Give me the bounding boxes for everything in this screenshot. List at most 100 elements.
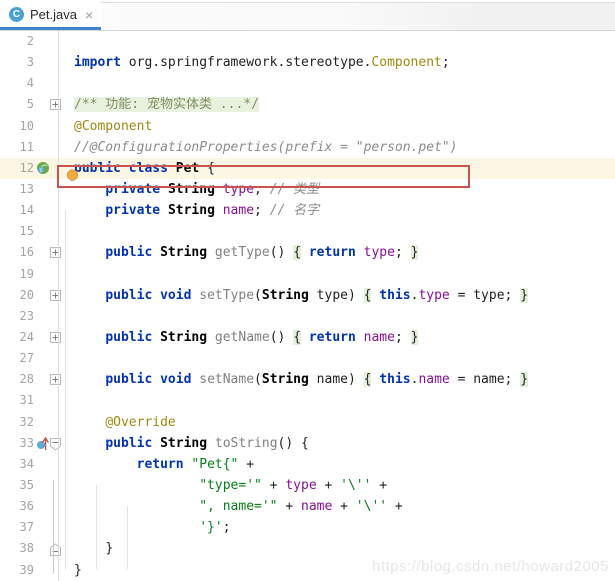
line-number[interactable]: 27 <box>0 348 34 369</box>
code-text[interactable] <box>68 390 615 411</box>
close-icon[interactable]: × <box>85 8 93 22</box>
gutter-icon-slot <box>36 538 50 559</box>
gutter-icon-slot <box>36 242 50 263</box>
code-text[interactable]: ", name='" + name + '\'' + <box>68 496 615 517</box>
code-text[interactable]: //@ConfigurationProperties(prefix = "per… <box>68 137 615 158</box>
code-token: //@ConfigurationProperties(prefix = "per… <box>74 139 458 155</box>
code-token: '}' <box>199 520 223 536</box>
line-number[interactable]: 16 <box>0 242 34 263</box>
code-text[interactable]: public String getName() { return name; } <box>68 327 615 348</box>
line-number[interactable]: 19 <box>0 264 34 285</box>
code-token: { <box>199 160 215 176</box>
line-number[interactable]: 24 <box>0 327 34 348</box>
spring-bean-icon[interactable]: c <box>36 158 50 179</box>
code-line: 38 } <box>0 538 615 559</box>
code-token: return <box>308 245 356 261</box>
line-number[interactable]: 35 <box>0 475 34 496</box>
code-token: return <box>308 329 356 345</box>
code-text[interactable]: public void setType(String type) { this.… <box>68 285 615 306</box>
line-number[interactable]: 34 <box>0 454 34 475</box>
code-token: @Override <box>105 414 176 430</box>
line-number[interactable]: 20 <box>0 285 34 306</box>
line-number[interactable]: 38 <box>0 538 34 559</box>
code-text[interactable] <box>68 221 615 242</box>
code-text[interactable]: "type='" + type + '\'' + <box>68 475 615 496</box>
code-token: String <box>261 372 309 388</box>
code-text[interactable]: public void setName(String name) { this.… <box>68 369 615 390</box>
code-line: 14 private String name; // 名字 <box>0 200 615 221</box>
intention-bulb-icon[interactable] <box>66 169 79 182</box>
fold-line <box>53 480 54 574</box>
line-number[interactable]: 5 <box>0 94 34 115</box>
indent-guide <box>96 485 97 569</box>
line-number[interactable]: 10 <box>0 116 34 137</box>
code-token: ; <box>394 329 411 345</box>
line-number[interactable]: 13 <box>0 179 34 200</box>
code-token: public <box>105 287 153 303</box>
code-token: + <box>277 499 301 515</box>
line-number[interactable]: 28 <box>0 369 34 390</box>
code-token: name <box>418 372 450 388</box>
code-text[interactable] <box>68 264 615 285</box>
code-text[interactable]: import org.springframework.stereotype.Co… <box>68 52 615 73</box>
gutter-icon-slot <box>36 496 50 517</box>
fold-slot <box>50 137 68 158</box>
code-token: type) <box>308 287 364 303</box>
code-text[interactable] <box>68 306 615 327</box>
tab-pet-java[interactable]: C Pet.java × <box>0 2 102 30</box>
code-token: ; <box>254 203 270 219</box>
gutter-icon-slot <box>36 285 50 306</box>
code-text[interactable]: @Override <box>68 412 615 433</box>
code-text[interactable]: return "Pet{" + <box>68 454 615 475</box>
line-number[interactable]: 32 <box>0 412 34 433</box>
code-text[interactable] <box>68 348 615 369</box>
gutter-icon-slot <box>36 221 50 242</box>
override-method-icon[interactable] <box>36 433 50 454</box>
code-token: name <box>363 329 395 345</box>
gutter-icon-slot <box>36 517 50 538</box>
line-number[interactable]: 11 <box>0 137 34 158</box>
line-number[interactable]: 39 <box>0 560 34 581</box>
fold-icon[interactable] <box>50 94 68 115</box>
code-text[interactable]: @Component <box>68 116 615 137</box>
line-number[interactable]: 33 <box>0 433 34 454</box>
fold-slot <box>50 31 68 52</box>
code-token: + <box>371 477 388 493</box>
code-token: + <box>261 477 286 493</box>
line-number[interactable]: 31 <box>0 390 34 411</box>
code-text[interactable]: '}'; <box>68 517 615 538</box>
code-token: ; <box>222 520 231 536</box>
code-text[interactable]: public String getType() { return type; } <box>68 242 615 263</box>
code-text[interactable] <box>68 73 615 94</box>
line-number[interactable]: 36 <box>0 496 34 517</box>
code-text[interactable] <box>68 31 615 52</box>
code-token: } <box>105 541 114 557</box>
line-number[interactable]: 23 <box>0 306 34 327</box>
code-token: public <box>105 372 153 388</box>
line-number[interactable]: 12 <box>0 158 34 179</box>
code-text[interactable]: private String name; // 名字 <box>68 200 615 221</box>
code-line: 11 //@ConfigurationProperties(prefix = "p… <box>0 137 615 158</box>
code-line: 33 public String toString() { <box>0 433 615 454</box>
code-text[interactable]: /** 功能: 宠物实体类 ...*/ <box>68 94 615 115</box>
code-token: { <box>293 245 302 261</box>
code-text[interactable]: private String type; // 类型 <box>68 179 615 200</box>
line-number[interactable]: 2 <box>0 31 34 52</box>
line-number[interactable]: 4 <box>0 73 34 94</box>
code-text[interactable]: public String toString() { <box>68 433 615 454</box>
code-token: setName <box>199 372 255 388</box>
code-token: return <box>136 456 184 472</box>
line-number[interactable]: 15 <box>0 221 34 242</box>
code-text[interactable]: } <box>68 538 615 559</box>
line-number[interactable]: 37 <box>0 517 34 538</box>
line-number[interactable]: 3 <box>0 52 34 73</box>
code-token: getType <box>214 245 270 261</box>
line-number[interactable]: 14 <box>0 200 34 221</box>
code-line: 23 <box>0 306 615 327</box>
code-text[interactable]: public class Pet { <box>68 158 615 179</box>
